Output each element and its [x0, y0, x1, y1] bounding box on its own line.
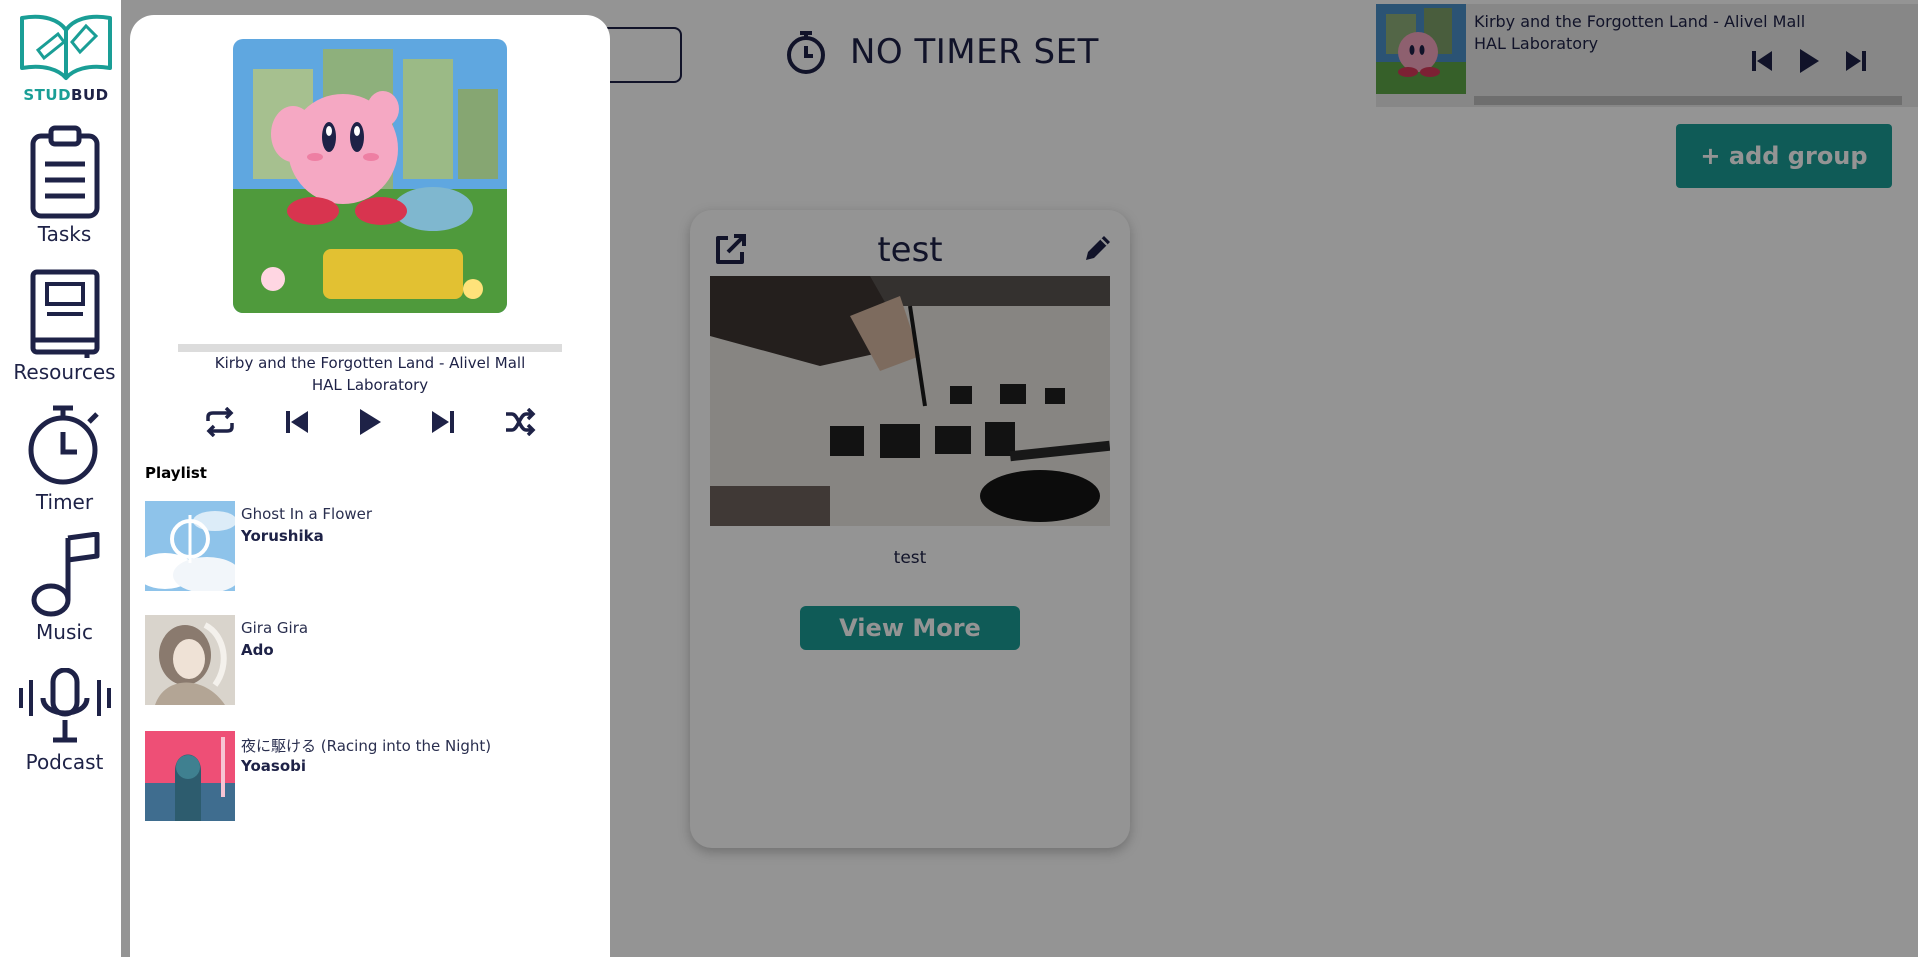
- skip-previous-icon: [286, 411, 308, 433]
- sidebar-item-label: Timer: [35, 490, 94, 514]
- sidebar-item-label: Music: [36, 620, 93, 644]
- sidebar-item-resources[interactable]: Resources: [8, 268, 121, 384]
- sidebar-item-label: Podcast: [25, 750, 104, 774]
- next-track-button[interactable]: [432, 409, 454, 435]
- play-button[interactable]: [358, 408, 382, 436]
- sidebar: STUDBUD Tasks Resources Timer Music Podc…: [8, 0, 121, 884]
- now-playing-album-art: [233, 39, 507, 313]
- playlist-item[interactable]: Ghost In a Flower Yorushika: [145, 501, 595, 591]
- track-title: 夜に駆ける (Racing into the Night): [241, 737, 492, 755]
- sidebar-item-label: Tasks: [37, 222, 92, 246]
- track-artist: Yoasobi: [241, 757, 307, 775]
- playlist-heading: Playlist: [145, 464, 207, 482]
- playlist-item[interactable]: Gira Gira Ado: [145, 615, 595, 705]
- now-playing-title: Kirby and the Forgotten Land - Alivel Ma…: [214, 354, 526, 372]
- previous-track-button[interactable]: [286, 409, 308, 435]
- track-album-art: [145, 501, 235, 591]
- microphone-icon: [18, 668, 111, 743]
- repeat-icon: [206, 407, 234, 437]
- play-icon: [360, 409, 381, 435]
- sidebar-item-podcast[interactable]: Podcast: [8, 668, 121, 774]
- studbud-logo[interactable]: STUDBUD: [14, 4, 118, 104]
- brand-name: STUDBUD: [14, 86, 118, 104]
- playlist-item[interactable]: 夜に駆ける (Racing into the Night) Yoasobi: [145, 731, 595, 821]
- sidebar-item-music[interactable]: Music: [8, 532, 121, 644]
- shuffle-icon: [506, 408, 536, 436]
- track-title: Ghost In a Flower: [241, 505, 373, 523]
- music-panel: Kirby and the Forgotten Land - Alivel Ma…: [130, 15, 610, 957]
- track-title: Gira Gira: [241, 619, 309, 637]
- now-playing-artist: HAL Laboratory: [311, 376, 429, 394]
- track-album-art: [145, 731, 235, 821]
- sidebar-item-tasks[interactable]: Tasks: [8, 124, 121, 246]
- track-artist: Yorushika: [241, 527, 324, 545]
- now-playing-progress-bar[interactable]: [178, 344, 562, 352]
- skip-next-icon: [432, 411, 454, 433]
- sidebar-item-timer[interactable]: Timer: [8, 404, 121, 514]
- track-album-art: [145, 615, 235, 705]
- repeat-button[interactable]: [204, 407, 236, 437]
- book-icon: [30, 269, 99, 358]
- open-book-logo-icon: [20, 14, 112, 80]
- clipboard-icon: [30, 125, 99, 219]
- sidebar-item-label: Resources: [13, 360, 116, 384]
- brand-name-stud: STUD: [23, 86, 72, 104]
- shuffle-button[interactable]: [504, 408, 536, 436]
- brand-name-bud: BUD: [71, 86, 109, 104]
- track-artist: Ado: [241, 641, 274, 659]
- stopwatch-icon: [28, 405, 99, 485]
- music-note-icon: [31, 532, 99, 617]
- player-controls: [204, 407, 536, 437]
